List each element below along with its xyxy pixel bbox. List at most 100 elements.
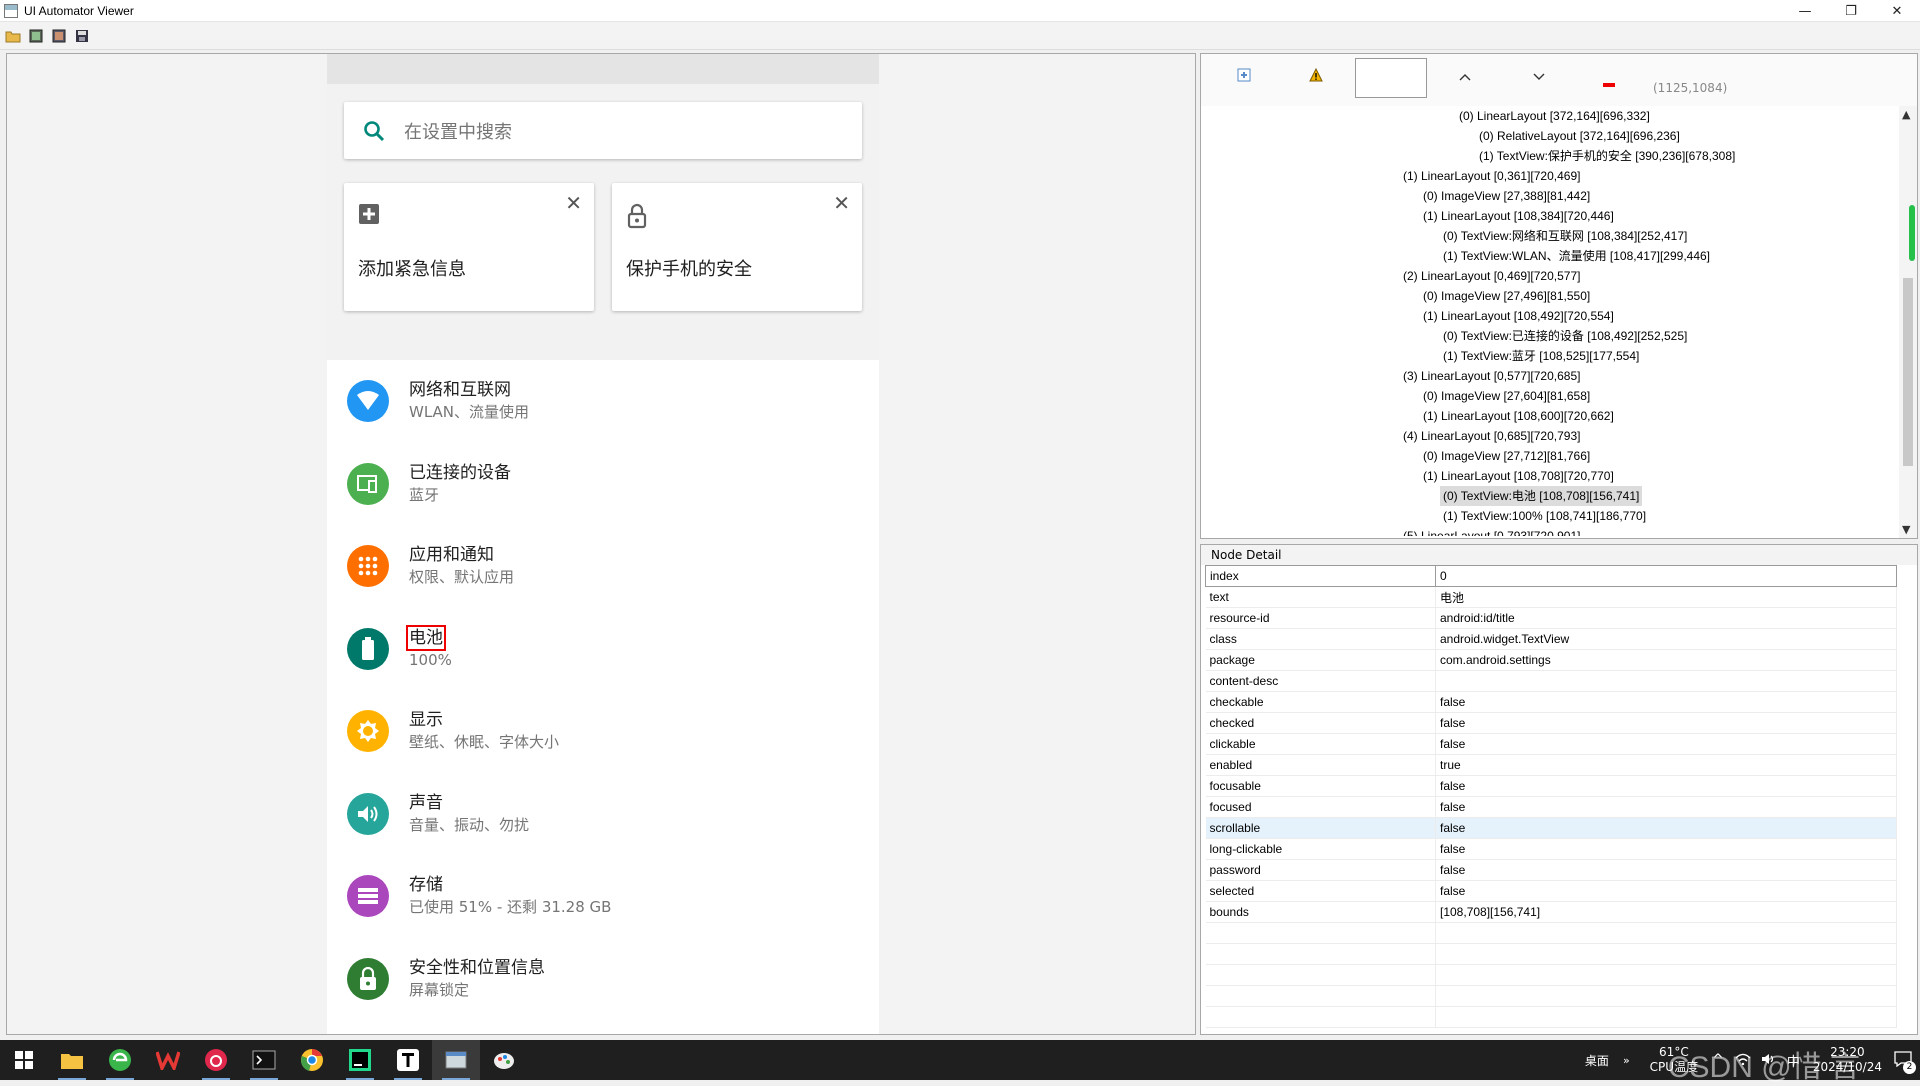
chrome-icon[interactable] bbox=[288, 1040, 336, 1080]
device-screenshot-compressed-icon[interactable] bbox=[50, 27, 67, 44]
tree-node[interactable]: (3) LinearLayout [0,577][720,685] bbox=[1403, 366, 1580, 386]
windows-start-icon[interactable] bbox=[0, 1040, 48, 1080]
tree-node[interactable]: (0) ImageView [27,388][81,442] bbox=[1423, 186, 1590, 206]
open-folder-icon[interactable] bbox=[4, 27, 21, 44]
tree-node[interactable]: (1) LinearLayout [108,384][720,446] bbox=[1423, 206, 1614, 226]
settings-item-storage[interactable]: 存储 已使用 51% - 还剩 31.28 GB bbox=[327, 855, 879, 938]
detail-row[interactable]: resource-id android:id/title bbox=[1205, 607, 1897, 629]
tree-node[interactable]: (1) TextView:100% [108,741][186,770] bbox=[1443, 506, 1646, 526]
detail-row[interactable]: checkable false bbox=[1205, 691, 1897, 713]
detail-row[interactable]: clickable false bbox=[1205, 733, 1897, 755]
detail-row[interactable]: password false bbox=[1205, 859, 1897, 881]
tree-scrollbar[interactable]: ▲ ▼ bbox=[1899, 106, 1917, 538]
detail-row[interactable]: index 0 bbox=[1205, 565, 1897, 587]
hierarchy-tree[interactable]: (0) LinearLayout [372,164][696,332] (0) … bbox=[1207, 106, 1897, 536]
chevron-up-icon[interactable] bbox=[1459, 70, 1471, 84]
desktop-label[interactable]: 桌面 bbox=[1585, 1052, 1609, 1069]
volume-icon bbox=[347, 792, 389, 835]
notification-icon[interactable]: 2 bbox=[1894, 1050, 1916, 1074]
detail-row[interactable]: checked false bbox=[1205, 712, 1897, 734]
detail-row[interactable]: class android.widget.TextView bbox=[1205, 628, 1897, 650]
detail-key bbox=[1205, 922, 1436, 944]
tree-node[interactable]: (0) RelativeLayout [372,164][696,236] bbox=[1479, 126, 1680, 146]
tree-node[interactable]: (1) TextView:蓝牙 [108,525][177,554] bbox=[1443, 346, 1639, 366]
detail-value: 电池 bbox=[1435, 586, 1897, 608]
node-detail-table: index 0 text 电池 resource-id android:id/title c… bbox=[1205, 565, 1897, 1028]
detail-row[interactable]: bounds [108,708][156,741] bbox=[1205, 901, 1897, 923]
uiautomatorviewer-icon[interactable] bbox=[432, 1040, 480, 1080]
tree-node[interactable]: (1) LinearLayout [108,492][720,554] bbox=[1423, 306, 1614, 326]
detail-key: clickable bbox=[1205, 733, 1436, 755]
netease-music-icon[interactable] bbox=[192, 1040, 240, 1080]
item-subtitle: 音量、振动、勿扰 bbox=[409, 815, 530, 834]
detail-row[interactable]: focused false bbox=[1205, 796, 1897, 818]
detail-row[interactable]: package com.android.settings bbox=[1205, 649, 1897, 671]
detail-row[interactable]: scrollable false bbox=[1205, 817, 1897, 839]
restore-button[interactable]: ❐ bbox=[1828, 0, 1874, 22]
settings-item-sound[interactable]: 声音 音量、振动、勿扰 bbox=[327, 773, 879, 856]
close-button[interactable]: ✕ bbox=[1874, 0, 1920, 22]
warning-icon[interactable] bbox=[1309, 67, 1323, 85]
tree-node[interactable]: (0) ImageView [27,496][81,550] bbox=[1423, 286, 1590, 306]
tree-node[interactable]: (1) TextView:WLAN、流量使用 [108,417][299,446… bbox=[1443, 246, 1710, 266]
close-icon[interactable]: ✕ bbox=[833, 191, 850, 215]
suggestion-card-security[interactable]: ✕ 保护手机的安全 bbox=[612, 183, 862, 311]
chevron-right-icon[interactable]: » bbox=[1623, 1054, 1630, 1067]
browser-icon[interactable] bbox=[96, 1040, 144, 1080]
tree-node[interactable]: (1) LinearLayout [108,708][720,770] bbox=[1423, 466, 1614, 486]
close-icon[interactable]: ✕ bbox=[565, 191, 582, 215]
tree-node[interactable]: (1) LinearLayout [0,361][720,469] bbox=[1403, 166, 1580, 186]
expand-all-icon[interactable] bbox=[1237, 68, 1251, 85]
detail-row[interactable]: selected false bbox=[1205, 880, 1897, 902]
tree-node[interactable]: (2) LinearLayout [0,469][720,577] bbox=[1403, 266, 1580, 286]
item-title: 应用和通知 bbox=[409, 545, 494, 566]
tree-node[interactable]: (1) LinearLayout [108,600][720,662] bbox=[1423, 406, 1614, 426]
wps-office-icon[interactable] bbox=[144, 1040, 192, 1080]
tree-toolbar: (1125,1084) bbox=[1201, 54, 1917, 106]
tree-node[interactable]: (0) ImageView [27,712][81,766] bbox=[1423, 446, 1590, 466]
tree-node[interactable]: (5) LinearLayout [0,793][720,901] bbox=[1403, 526, 1580, 536]
settings-item-account[interactable]: 帐号 bbox=[327, 1020, 879, 1034]
device-screen: 在设置中搜索 ✕ 添加紧急信息 ✕ 保护手机的安全 网络和互联网 WLAN、流量… bbox=[327, 54, 879, 1034]
device-screenshot-icon[interactable] bbox=[27, 27, 44, 44]
suggestion-card-emergency[interactable]: ✕ 添加紧急信息 bbox=[344, 183, 594, 311]
tree-node[interactable]: (1) TextView:保护手机的安全 [390,236][678,308] bbox=[1479, 146, 1735, 166]
paint-icon[interactable] bbox=[480, 1040, 528, 1080]
detail-row[interactable]: content-desc bbox=[1205, 670, 1897, 692]
tree-node[interactable]: (4) LinearLayout [0,685][720,793] bbox=[1403, 426, 1580, 446]
detail-row[interactable]: text 电池 bbox=[1205, 586, 1897, 608]
detail-row[interactable]: enabled true bbox=[1205, 754, 1897, 776]
search-node-field[interactable] bbox=[1355, 58, 1427, 98]
detail-row[interactable]: focusable false bbox=[1205, 775, 1897, 797]
terminal-icon[interactable] bbox=[240, 1040, 288, 1080]
scroll-thumb[interactable] bbox=[1903, 278, 1913, 466]
detail-key: password bbox=[1205, 859, 1436, 881]
detail-key: selected bbox=[1205, 880, 1436, 902]
detail-key: bounds bbox=[1205, 901, 1436, 923]
typora-icon[interactable] bbox=[384, 1040, 432, 1080]
scroll-up-icon[interactable]: ▲ bbox=[1902, 108, 1910, 121]
settings-item-apps[interactable]: 应用和通知 权限、默认应用 bbox=[327, 525, 879, 608]
tree-node[interactable]: (0) LinearLayout [372,164][696,332] bbox=[1459, 106, 1650, 126]
chevron-down-icon[interactable] bbox=[1533, 70, 1545, 84]
tree-node[interactable]: (0) TextView:网络和互联网 [108,384][252,417] bbox=[1443, 226, 1687, 246]
settings-item-display[interactable]: 显示 壁纸、休眠、字体大小 bbox=[327, 690, 879, 773]
watermark: CSDN @惜 言 bbox=[1667, 1051, 1860, 1084]
search-bar[interactable]: 在设置中搜索 bbox=[344, 102, 862, 159]
tree-node-selected[interactable]: (0) TextView:电池 [108,708][156,741] bbox=[1440, 486, 1643, 506]
tree-node[interactable]: (0) ImageView [27,604][81,658] bbox=[1423, 386, 1590, 406]
scroll-down-icon[interactable]: ▼ bbox=[1902, 523, 1910, 536]
detail-key: scrollable bbox=[1205, 817, 1436, 839]
pycharm-icon[interactable] bbox=[336, 1040, 384, 1080]
settings-item-devices[interactable]: 已连接的设备 蓝牙 bbox=[327, 443, 879, 526]
minimize-button[interactable]: — bbox=[1782, 0, 1828, 22]
file-explorer-icon[interactable] bbox=[48, 1040, 96, 1080]
detail-key bbox=[1205, 964, 1436, 986]
settings-item-security[interactable]: 安全性和位置信息 屏幕锁定 bbox=[327, 938, 879, 1021]
detail-row[interactable]: long-clickable false bbox=[1205, 838, 1897, 860]
tree-node[interactable]: (0) TextView:已连接的设备 [108,492][252,525] bbox=[1443, 326, 1687, 346]
clear-icon[interactable] bbox=[1603, 76, 1615, 90]
settings-item-network[interactable]: 网络和互联网 WLAN、流量使用 bbox=[327, 360, 879, 443]
save-icon[interactable] bbox=[73, 27, 90, 44]
settings-item-battery[interactable]: 电池 100% bbox=[327, 608, 879, 691]
